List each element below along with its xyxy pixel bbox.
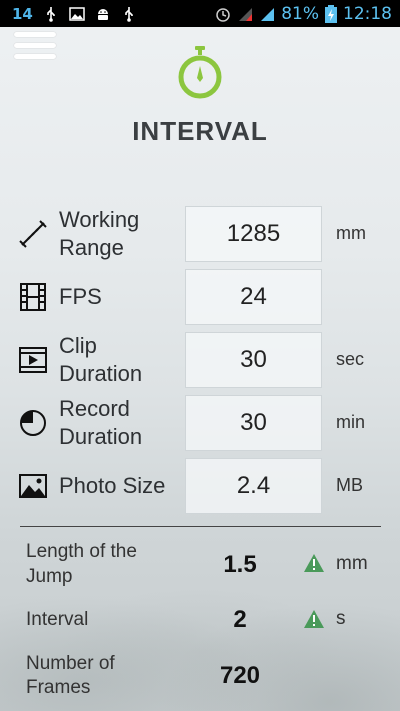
signal-icon	[261, 7, 275, 21]
clip-label-1: Clip	[59, 333, 97, 358]
record-duration-input[interactable]: 30	[185, 395, 322, 451]
warning-icon[interactable]	[303, 609, 325, 629]
working-range-label-1: Working	[59, 207, 140, 232]
fps-label: FPS	[59, 284, 102, 309]
stopwatch-icon	[178, 46, 222, 99]
input-row-fps: FPS 24	[0, 269, 400, 325]
clip-duration-input[interactable]: 30	[185, 332, 322, 388]
record-label-2: Duration	[59, 424, 143, 449]
input-row-clip-duration: Clip Duration 30 sec	[0, 332, 400, 388]
video-icon	[19, 347, 47, 373]
page-title: INTERVAL	[132, 116, 268, 146]
input-row-working-range: Working Range 1285 mm	[0, 206, 400, 262]
menu-bar	[14, 43, 56, 48]
clip-label-2: Duration	[59, 361, 143, 386]
jump-label-2: Jump	[26, 566, 73, 587]
interval-value: 2	[233, 606, 247, 633]
menu-bar	[14, 32, 56, 37]
battery-charging-icon	[325, 4, 337, 23]
working-range-unit: mm	[336, 223, 366, 243]
android-icon	[97, 8, 108, 20]
input-row-record-duration: Record Duration 30 min	[0, 395, 400, 451]
jump-value: 1.5	[223, 551, 257, 578]
clip-duration-unit: sec	[336, 349, 365, 369]
signal-no-data-icon	[239, 7, 253, 21]
status-bar: 14 81% 12:18	[0, 0, 400, 27]
usb-icon	[47, 6, 55, 22]
working-range-label-2: Range	[59, 235, 124, 260]
jump-label-1: Length of the	[26, 541, 137, 562]
film-icon	[20, 283, 46, 311]
frames-value: 720	[219, 662, 261, 689]
frames-label-1: Number of	[26, 653, 115, 674]
photo-size-label: Photo Size	[59, 473, 166, 498]
alarm-icon	[216, 7, 230, 22]
jump-unit: mm	[336, 553, 368, 574]
photo-size-input[interactable]: 2.4	[185, 458, 322, 514]
fps-input[interactable]: 24	[185, 269, 322, 325]
record-label-1: Record	[59, 396, 130, 421]
usb-icon	[125, 6, 133, 22]
record-duration-unit: min	[336, 412, 366, 432]
measure-icon	[19, 220, 47, 248]
frames-label-2: Frames	[26, 677, 91, 698]
input-row-photo-size: Photo Size 2.4 MB	[0, 458, 400, 514]
photo-size-unit: MB	[336, 475, 363, 495]
warning-icon[interactable]	[303, 553, 325, 573]
notification-count: 14	[12, 4, 33, 23]
menu-bar	[14, 54, 56, 59]
battery-percent: 81%	[281, 3, 319, 24]
menu-button[interactable]	[14, 32, 56, 60]
interval-label: Interval	[26, 609, 89, 630]
clock-icon	[20, 410, 46, 436]
divider	[20, 526, 381, 527]
interval-unit: s	[336, 608, 346, 629]
working-range-input[interactable]: 1285	[185, 206, 322, 262]
clock-time: 12:18	[343, 3, 392, 24]
image-icon	[69, 6, 85, 21]
photo-icon	[19, 474, 47, 498]
